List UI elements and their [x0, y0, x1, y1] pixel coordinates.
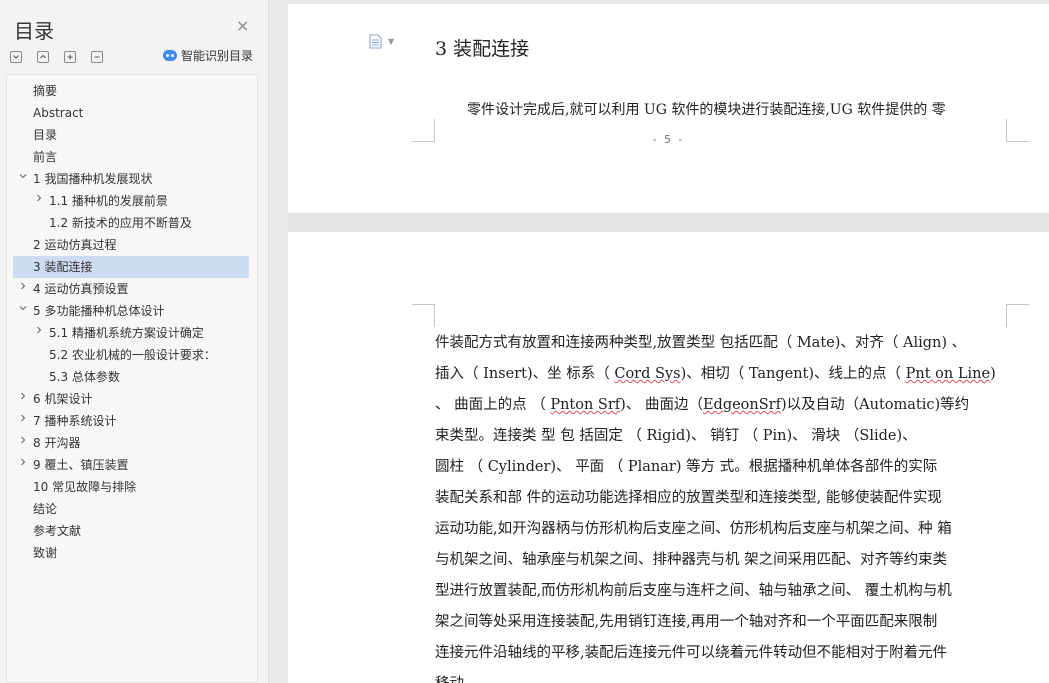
toc-item-label: 4 运动仿真预设置 — [33, 282, 129, 296]
toc-item-label: 5.2 农业机械的一般设计要求： — [49, 348, 216, 362]
toc-item-label: 参考文献 — [33, 524, 82, 538]
chevron-right-icon[interactable] — [17, 410, 29, 432]
body-line: 连接元件沿轴线的平移,装配后连接元件可以绕着元件转动但不能相对于附着元件 — [435, 645, 948, 661]
toc-item[interactable]: 8 开沟器 — [13, 432, 249, 454]
chevron-down-icon — [13, 55, 19, 59]
toc-item-label: 5.3 总体参数 — [49, 370, 120, 384]
toc-item-label: 1 我国播种机发展现状 — [33, 172, 153, 186]
margin-corner-mark — [1006, 304, 1029, 327]
chevron-right-icon[interactable] — [17, 432, 29, 454]
paragraph-first-line: 零件设计完成后,就可以利用 UG 软件的模块进行装配连接,UG 软件提供的 零 — [467, 102, 946, 118]
robot-icon — [163, 50, 177, 61]
toc-item[interactable]: 7 播种系统设计 — [13, 410, 249, 432]
smart-recognize-toc-button[interactable]: 智能识别目录 — [163, 47, 253, 64]
toc-item[interactable]: 1 我国播种机发展现状 — [13, 168, 249, 190]
toc-item[interactable]: 结论 — [13, 498, 249, 520]
toc-item[interactable]: 5.2 农业机械的一般设计要求： — [13, 344, 249, 366]
toc-item[interactable]: 10 常见故障与排除 — [13, 476, 249, 498]
chevron-up-icon — [40, 54, 46, 59]
page-6: 件装配方式有放置和连接两种类型,放置类型 包括匹配（ Mate)、对齐（ Ali… — [288, 232, 1049, 683]
body-line: 件装配方式有放置和连接两种类型,放置类型 包括匹配（ Mate)、对齐（ Ali… — [435, 335, 967, 351]
toc-item[interactable]: 5.3 总体参数 — [13, 366, 249, 388]
plus-icon — [67, 54, 73, 60]
chevron-right-icon[interactable] — [33, 190, 45, 212]
toc-item[interactable]: 1.2 新技术的应用不断普及 — [13, 212, 249, 234]
toc-item-label: 9 覆土、镇压装置 — [33, 458, 129, 472]
page-gap — [288, 213, 1049, 232]
chevron-down-icon[interactable]: ▼ — [388, 37, 394, 46]
chevron-right-icon[interactable] — [17, 454, 29, 476]
toc-item[interactable]: 3 装配连接 — [13, 256, 249, 278]
toc-sidebar: 目录 × 智能识别目录 摘要 Abstract 目录前言 1 我国播种机发展现状 1.1… — [0, 0, 269, 683]
toc-item-label: Abstract — [33, 106, 84, 120]
body-line: 束类型。连接类 型 包 括固定 （ Rigid)、 销钉 （ Pin)、 滑块 … — [435, 428, 917, 444]
expand-all-button[interactable] — [10, 51, 22, 63]
body-line: 、 曲面上的点 （ Pnton Srf)、 曲面边（EdgeonSrf)以及自动… — [435, 397, 970, 413]
remove-heading-button[interactable] — [91, 51, 104, 63]
chevron-right-icon[interactable] — [33, 322, 45, 344]
body-line: 运动功能,如开沟器柄与仿形机构后支座之间、仿形机构后支座与机架之间、种 箱 — [435, 521, 952, 537]
close-icon[interactable]: × — [236, 16, 249, 35]
toc-item[interactable]: 9 覆土、镇压装置 — [13, 454, 249, 476]
toc-item[interactable]: Abstract — [13, 102, 249, 124]
toc-item-label: 结论 — [33, 502, 58, 516]
body-line: 装配关系和部 件的运动功能选择相应的放置类型和连接类型, 能够使装配件实现 — [435, 490, 942, 506]
body-line: 型进行放置装配,而仿形机构前后支座与连杆之间、轴与轴承之间、 覆土机构与机 — [435, 583, 952, 599]
chevron-right-icon[interactable] — [17, 388, 29, 410]
sidebar-title: 目录 — [14, 19, 54, 43]
section-heading: 3 装配连接 — [435, 38, 530, 60]
document-icon[interactable] — [369, 34, 382, 49]
toc-item[interactable]: 2 运动仿真过程 — [13, 234, 249, 256]
chevron-down-icon[interactable] — [17, 300, 29, 322]
body-line: 插入（ Insert)、坐 标系（ Cord Sys)、相切（ Tangent)… — [435, 366, 996, 382]
toc-item-label: 目录 — [33, 128, 58, 142]
toc-item[interactable]: 5 多功能播种机总体设计 — [13, 300, 249, 322]
toc-item-label: 1.2 新技术的应用不断普及 — [49, 216, 192, 230]
page-5: ▼ 3 装配连接 零件设计完成后,就可以利用 UG 软件的模块进行装配连接,UG… — [288, 4, 1049, 213]
body-line: 圆柱 （ Cylinder)、 平面 （ Planar) 等方 式。根据播种机单… — [435, 459, 938, 475]
toc-item[interactable]: 6 机架设计 — [13, 388, 249, 410]
collapse-all-button[interactable] — [37, 51, 50, 63]
toc-item-label: 7 播种系统设计 — [33, 414, 117, 428]
toc-item-label: 3 装配连接 — [33, 260, 93, 274]
body-line: 架之间等处采用连接装配,先用销钉连接,再用一个轴对齐和一个平面匹配来限制 — [435, 614, 938, 630]
body-text[interactable]: 件装配方式有放置和连接两种类型,放置类型 包括匹配（ Mate)、对齐（ Ali… — [435, 328, 1005, 683]
toc-item[interactable]: 4 运动仿真预设置 — [13, 278, 249, 300]
toc-item[interactable]: 1.1 播种机的发展前景 — [13, 190, 249, 212]
add-heading-button[interactable] — [64, 51, 77, 63]
toc-item-label: 6 机架设计 — [33, 392, 93, 406]
toc-item-label: 2 运动仿真过程 — [33, 238, 117, 252]
body-line: 与机架之间、轴承座与机架之间、排种器壳与机 架之间采用匹配、对齐等约束类 — [435, 552, 948, 568]
toc-item[interactable]: 5.1 精播机系统方案设计确定 — [13, 322, 249, 344]
document-area[interactable]: ▼ 3 装配连接 零件设计完成后,就可以利用 UG 软件的模块进行装配连接,UG… — [269, 0, 1049, 683]
chevron-right-icon[interactable] — [17, 278, 29, 300]
toc-item[interactable]: 致谢 — [13, 542, 249, 564]
toc-panel: 摘要 Abstract 目录前言 1 我国播种机发展现状 1.1 播种机的发展前景 1.2… — [6, 74, 258, 683]
toc-item[interactable]: 目录 — [13, 124, 249, 146]
smart-recognize-label: 智能识别目录 — [181, 49, 254, 63]
chevron-down-icon[interactable] — [17, 168, 29, 190]
toc-toolbar — [10, 48, 113, 67]
toc-list: 摘要 Abstract 目录前言 1 我国播种机发展现状 1.1 播种机的发展前景 1.2… — [7, 75, 257, 564]
toc-item-label: 8 开沟器 — [33, 436, 81, 450]
page-number: - 5 - — [652, 133, 685, 146]
toc-item-label: 1.1 播种机的发展前景 — [49, 194, 168, 208]
toc-item[interactable]: 前言 — [13, 146, 249, 168]
toc-item-label: 前言 — [33, 150, 58, 164]
margin-corner-mark — [412, 304, 435, 327]
minus-icon — [94, 56, 100, 58]
toc-item-label: 10 常见故障与排除 — [33, 480, 137, 494]
body-line: 移动。 — [435, 669, 1005, 683]
toc-item[interactable]: 摘要 — [13, 80, 249, 102]
toc-item-label: 致谢 — [33, 546, 58, 560]
toc-item-label: 摘要 — [33, 84, 58, 98]
toc-item-label: 5.1 精播机系统方案设计确定 — [49, 326, 204, 340]
toc-item-label: 5 多功能播种机总体设计 — [33, 304, 165, 318]
toc-item[interactable]: 参考文献 — [13, 520, 249, 542]
